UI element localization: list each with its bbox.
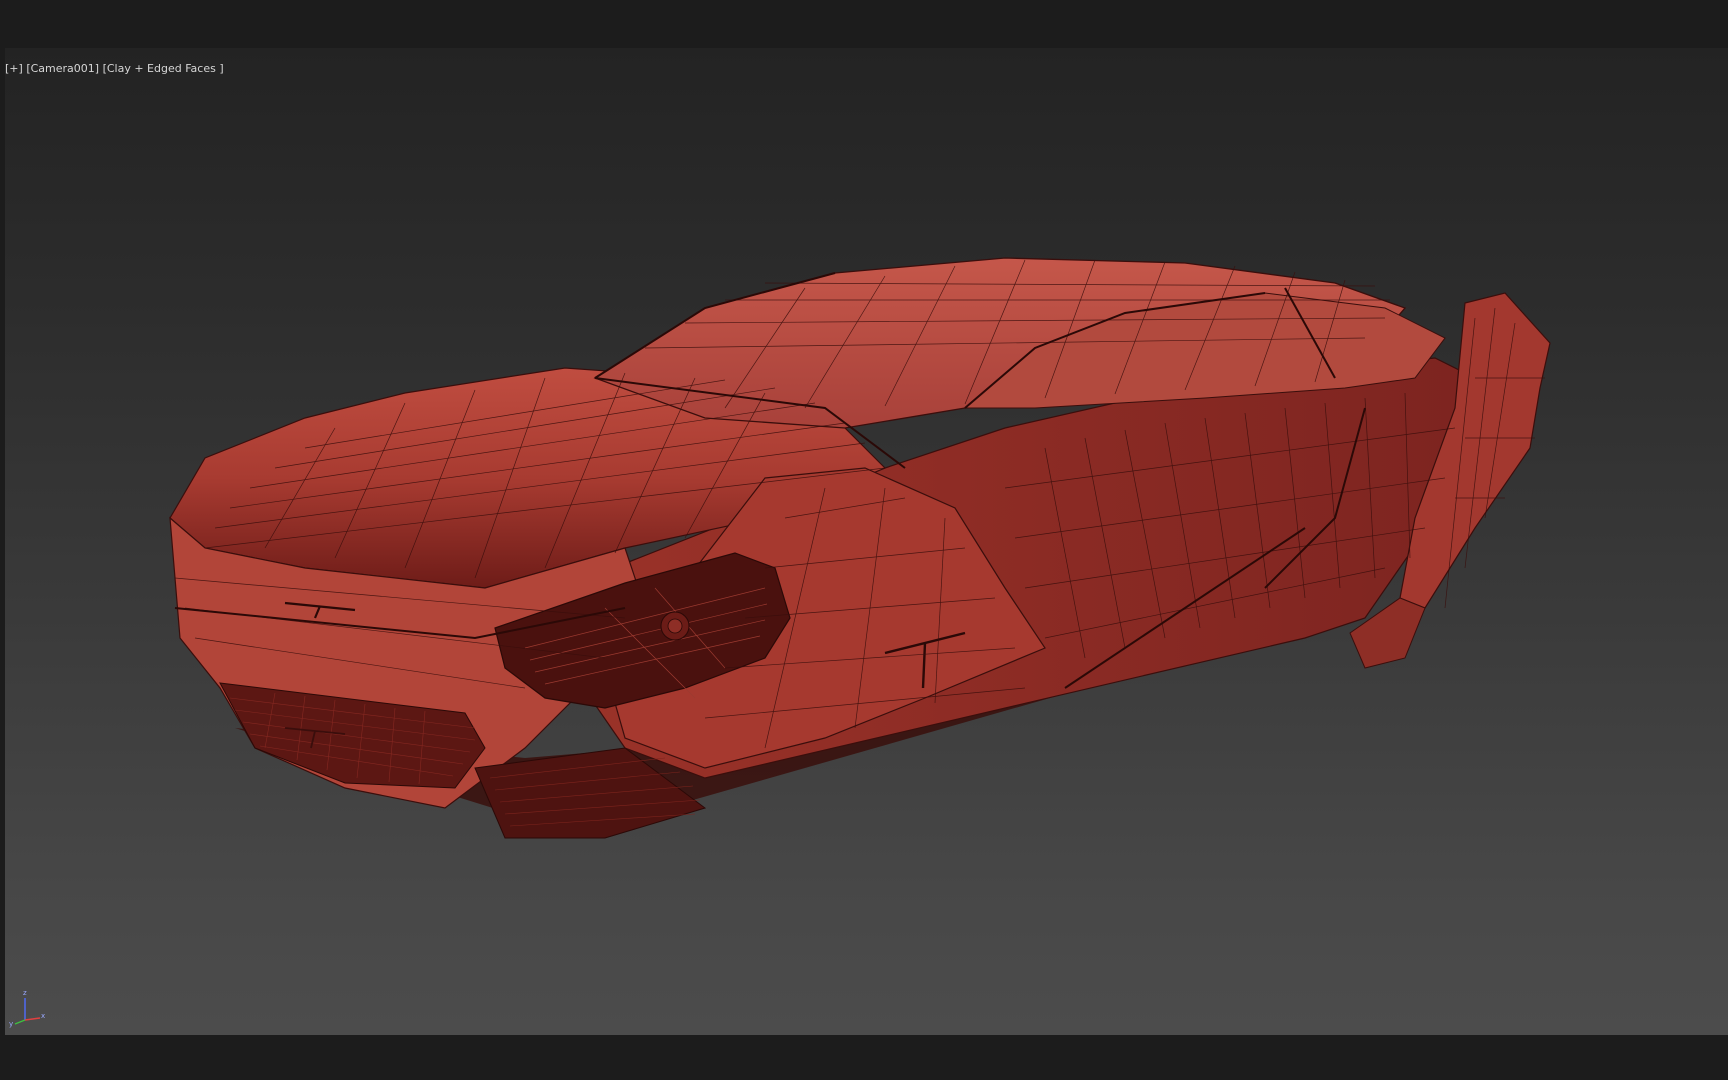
- viewport-label[interactable]: [+] [Camera001] [Clay + Edged Faces ]: [5, 62, 224, 75]
- axis-z-label: z: [23, 989, 27, 997]
- world-axis-gizmo-icon: z x y: [9, 989, 45, 1028]
- shading-mode-selector[interactable]: [Clay + Edged Faces ]: [103, 62, 224, 75]
- app-window: [+] [Camera001] [Clay + Edged Faces ] z …: [0, 0, 1728, 1080]
- car-clay-model[interactable]: [5, 48, 1728, 1035]
- bottom-margin: [0, 1035, 1728, 1080]
- camera-selector[interactable]: [Camera001]: [26, 62, 99, 75]
- camera-viewport[interactable]: [+] [Camera001] [Clay + Edged Faces ] z …: [5, 48, 1728, 1035]
- axis-y-label: y: [9, 1020, 13, 1028]
- viewport-menu-button[interactable]: [+]: [5, 62, 23, 75]
- axis-x-label: x: [41, 1012, 45, 1020]
